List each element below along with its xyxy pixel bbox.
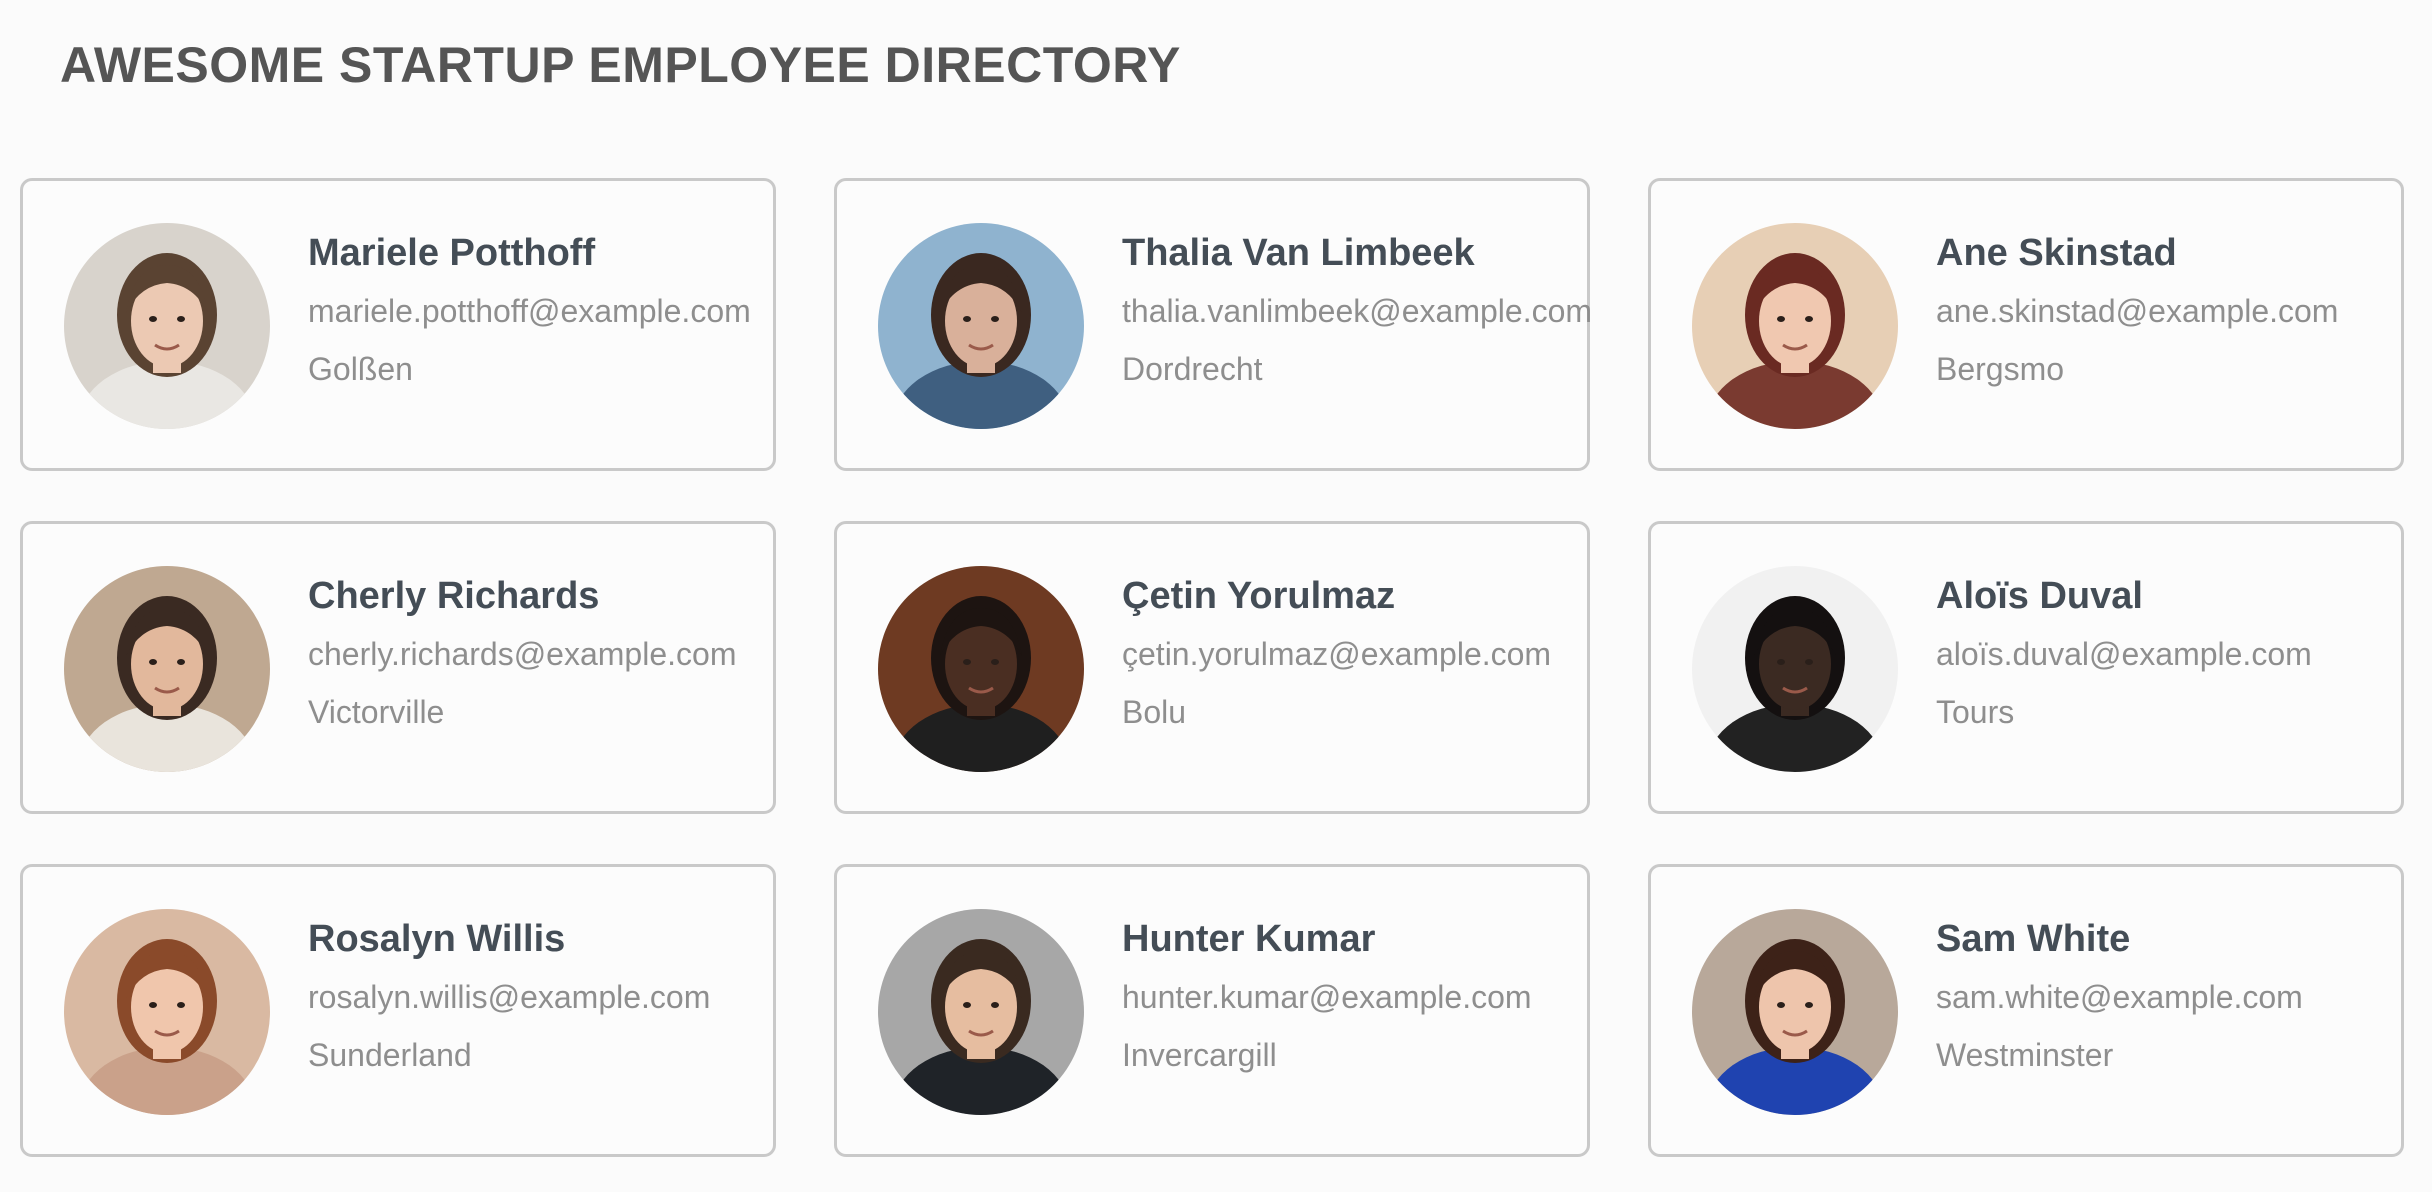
employee-city: Dordrecht — [1122, 351, 1263, 387]
employee-email: aloïs.duval@example.com — [1936, 636, 2312, 672]
employee-name: Çetin Yorulmaz — [1122, 575, 1396, 617]
portrait-photo — [1692, 223, 1898, 429]
page-title: AWESOME STARTUP EMPLOYEE DIRECTORY — [60, 37, 1181, 93]
employee-info: Ane Skinstad ane.skinstad@example.com Be… — [1936, 225, 2401, 391]
employee-card[interactable]: Thalia Van Limbeek thalia.vanlimbeek@exa… — [834, 178, 1593, 471]
employee-avatar — [64, 909, 270, 1115]
portrait-photo — [878, 223, 1084, 429]
employee-card[interactable]: Hunter Kumar hunter.kumar@example.com In… — [834, 864, 1590, 1157]
employee-info: Çetin Yorulmaz çetin.yorulmaz@example.co… — [1122, 568, 1587, 734]
employee-info: Aloïs Duval aloïs.duval@example.com Tour… — [1936, 568, 2401, 734]
employee-name: Aloïs Duval — [1936, 575, 2143, 617]
employee-grid: Mariele Potthoff mariele.potthoff@exampl… — [20, 178, 2404, 1157]
employee-name: Ane Skinstad — [1936, 232, 2177, 274]
employee-city: Bolu — [1122, 694, 1187, 730]
employee-avatar — [1692, 566, 1898, 772]
portrait-photo — [64, 909, 270, 1115]
employee-name: Thalia Van Limbeek — [1122, 232, 1475, 274]
employee-name: Sam White — [1936, 918, 2131, 960]
employee-email: rosalyn.willis@example.com — [308, 979, 711, 1015]
employee-avatar — [1692, 909, 1898, 1115]
portrait-photo — [1692, 566, 1898, 772]
employee-email: ane.skinstad@example.com — [1936, 293, 2339, 329]
portrait-photo — [878, 909, 1084, 1115]
employee-city: Bergsmo — [1936, 351, 2065, 387]
employee-avatar — [878, 223, 1084, 429]
employee-name: Hunter Kumar — [1122, 918, 1376, 960]
employee-info: Rosalyn Willis rosalyn.willis@example.co… — [308, 911, 773, 1077]
employee-avatar — [878, 909, 1084, 1115]
employee-city: Westminster — [1936, 1037, 2114, 1073]
portrait-photo — [1692, 909, 1898, 1115]
employee-email: sam.white@example.com — [1936, 979, 2303, 1015]
employee-card[interactable]: Cherly Richards cherly.richards@example.… — [20, 521, 776, 814]
portrait-photo — [878, 566, 1084, 772]
employee-name: Cherly Richards — [308, 575, 600, 617]
employee-email: cherly.richards@example.com — [308, 636, 737, 672]
employee-info: Mariele Potthoff mariele.potthoff@exampl… — [308, 225, 773, 391]
employee-city: Invercargill — [1122, 1037, 1277, 1073]
employee-card[interactable]: Sam White sam.white@example.com Westmins… — [1648, 864, 2404, 1157]
employee-info: Sam White sam.white@example.com Westmins… — [1936, 911, 2401, 1077]
employee-city: Tours — [1936, 694, 2015, 730]
employee-card[interactable]: Çetin Yorulmaz çetin.yorulmaz@example.co… — [834, 521, 1590, 814]
employee-info: Cherly Richards cherly.richards@example.… — [308, 568, 773, 734]
employee-name: Rosalyn Willis — [308, 918, 566, 960]
employee-card[interactable]: Ane Skinstad ane.skinstad@example.com Be… — [1648, 178, 2404, 471]
employee-avatar — [64, 566, 270, 772]
employee-avatar — [1692, 223, 1898, 429]
employee-info: Hunter Kumar hunter.kumar@example.com In… — [1122, 911, 1587, 1077]
employee-city: Sunderland — [308, 1037, 472, 1073]
employee-avatar — [64, 223, 270, 429]
employee-card[interactable]: Rosalyn Willis rosalyn.willis@example.co… — [20, 864, 776, 1157]
employee-card[interactable]: Mariele Potthoff mariele.potthoff@exampl… — [20, 178, 776, 471]
employee-email: çetin.yorulmaz@example.com — [1122, 636, 1552, 672]
portrait-photo — [64, 223, 270, 429]
employee-city: Victorville — [308, 694, 445, 730]
employee-card[interactable]: Aloïs Duval aloïs.duval@example.com Tour… — [1648, 521, 2404, 814]
employee-email: hunter.kumar@example.com — [1122, 979, 1532, 1015]
portrait-photo — [64, 566, 270, 772]
employee-city: Golßen — [308, 351, 413, 387]
employee-email: thalia.vanlimbeek@example.com — [1122, 293, 1593, 329]
employee-avatar — [878, 566, 1084, 772]
employee-email: mariele.potthoff@example.com — [308, 293, 751, 329]
employee-name: Mariele Potthoff — [308, 232, 596, 274]
employee-info: Thalia Van Limbeek thalia.vanlimbeek@exa… — [1122, 225, 1593, 391]
